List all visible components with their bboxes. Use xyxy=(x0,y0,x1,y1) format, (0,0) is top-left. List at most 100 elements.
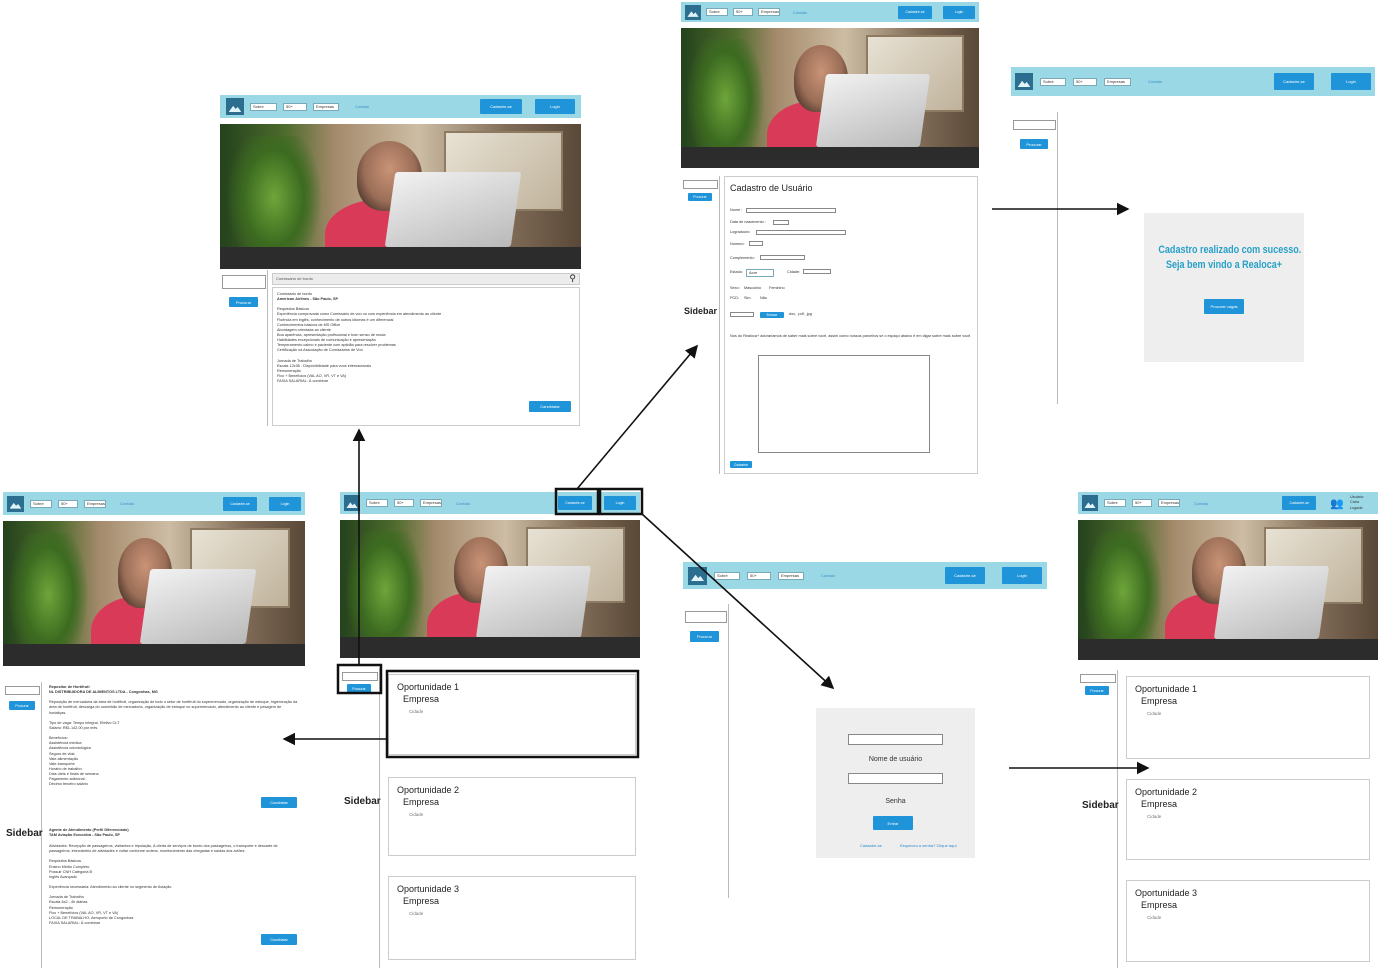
input-nascimento[interactable] xyxy=(773,220,789,225)
radio-sim[interactable]: Sim xyxy=(744,296,751,300)
opportunity-card-3[interactable]: Oportunidade 3 Empresa Cidade xyxy=(388,876,636,960)
input-logradouro[interactable] xyxy=(756,230,846,235)
signup-button[interactable]: Cadastre-se xyxy=(558,496,592,510)
opportunity-card-1[interactable]: Oportunidade 1 Empresa Cidade xyxy=(388,674,636,755)
search-jobs-button[interactable]: Procurar vagas xyxy=(1204,299,1244,314)
sidebar-input[interactable] xyxy=(1080,674,1116,683)
logo-icon[interactable] xyxy=(7,495,24,512)
search-button[interactable]: Procurar xyxy=(9,701,35,710)
input-numero[interactable] xyxy=(749,241,763,246)
dropdown-empresas[interactable]: Empresas xyxy=(778,571,804,580)
dropdown-empresas[interactable]: Empresas xyxy=(758,8,780,16)
search-button[interactable]: Procurar xyxy=(1085,686,1109,695)
apply-button-2[interactable]: Candidatar xyxy=(261,934,297,945)
nav-link[interactable]: Contato xyxy=(355,104,369,109)
nav-link[interactable]: Contato xyxy=(1148,79,1162,84)
apply-button[interactable]: Candidatar xyxy=(529,401,571,412)
login-button[interactable]: Login xyxy=(269,496,301,511)
success-panel: Cadastro realizado com sucesso. Seja bem… xyxy=(1144,213,1304,362)
login-button[interactable]: Login xyxy=(604,496,636,510)
enter-button[interactable]: Entrar xyxy=(873,816,913,830)
search-button[interactable]: Procurar xyxy=(229,297,258,307)
navbar: Sobre 50+ Empresas Contato Cadastre-se L… xyxy=(3,492,305,515)
job-list-panel: Repositor de Hortifruti NL DISTRIBUIDORA… xyxy=(44,682,304,968)
logo-icon[interactable] xyxy=(226,98,244,115)
signup-button[interactable]: Cadastre-se xyxy=(480,99,522,114)
signup-button[interactable]: Cadastre-se xyxy=(898,5,932,19)
signup-button[interactable]: Cadastre-se xyxy=(945,567,985,584)
register-button[interactable]: Cadastrar xyxy=(730,461,752,468)
login-button[interactable]: Login xyxy=(1002,567,1042,584)
signup-button[interactable]: Cadastre-se xyxy=(1282,496,1317,510)
logo-icon[interactable] xyxy=(688,566,707,585)
logo-icon[interactable] xyxy=(1082,495,1098,511)
dropdown-sobre[interactable]: Sobre xyxy=(30,499,52,508)
about-textarea[interactable] xyxy=(758,355,930,453)
dropdown-sobre[interactable]: Sobre xyxy=(1040,77,1066,86)
nav-link[interactable]: Contato xyxy=(793,10,807,15)
job-search-bar[interactable]: Comissário de bordo ⚲ xyxy=(272,273,580,285)
dropdown-empresas[interactable]: Empresas xyxy=(420,499,442,507)
dropdown-age[interactable]: 50+ xyxy=(1073,77,1097,86)
dropdown-sobre[interactable]: Sobre xyxy=(250,102,277,111)
login-button[interactable]: Login xyxy=(1331,73,1371,90)
opportunity-card-3[interactable]: Oportunidade 3 Empresa Cidade xyxy=(1126,880,1370,962)
opportunity-card-2[interactable]: Oportunidade 2 Empresa Cidade xyxy=(1126,779,1370,860)
dropdown-age[interactable]: 50+ xyxy=(58,499,78,508)
nav-link[interactable]: Contato xyxy=(456,501,470,506)
select-cidade[interactable] xyxy=(803,269,831,274)
dropdown-age[interactable]: 50+ xyxy=(733,8,753,16)
dropdown-age[interactable]: 50+ xyxy=(747,571,771,580)
dropdown-sobre[interactable]: Sobre xyxy=(366,499,388,507)
sidebar-input[interactable] xyxy=(683,180,718,189)
dropdown-empresas[interactable]: Empresas xyxy=(1104,77,1131,86)
logo-icon[interactable] xyxy=(1015,73,1033,90)
search-button[interactable]: Procurar xyxy=(347,684,371,693)
dropdown-empresas[interactable]: Empresas xyxy=(84,499,106,508)
success-line-1: Cadastro realizado com sucesso. xyxy=(1158,244,1302,256)
dropdown-sobre[interactable]: Sobre xyxy=(706,8,728,16)
radio-masculino[interactable]: Masculino xyxy=(744,286,761,290)
logo-icon[interactable] xyxy=(685,4,701,20)
logo-icon[interactable] xyxy=(344,495,360,511)
sidebar-input[interactable] xyxy=(685,611,727,623)
search-button[interactable]: Procurar xyxy=(1020,139,1048,149)
search-button[interactable]: Procurar xyxy=(690,631,719,642)
dropdown-empresas[interactable]: Empresas xyxy=(313,102,339,111)
search-button[interactable]: Procurar xyxy=(688,193,712,201)
signup-button[interactable]: Cadastre-se xyxy=(223,496,257,511)
signup-link[interactable]: Cadastre-se xyxy=(860,843,882,848)
dropdown-sobre[interactable]: Sobre xyxy=(1104,499,1126,507)
radio-feminino[interactable]: Feminino xyxy=(769,286,785,290)
dropdown-age[interactable]: 50+ xyxy=(283,102,307,111)
sidebar-input[interactable] xyxy=(342,672,378,681)
apply-button-1[interactable]: Candidatar xyxy=(261,797,297,808)
nav-link[interactable]: Contato xyxy=(120,501,134,506)
dropdown-age[interactable]: 50+ xyxy=(394,499,414,507)
browse-button[interactable]: Browse xyxy=(760,312,784,318)
file-input[interactable] xyxy=(730,312,754,317)
select-estado[interactable]: Acre xyxy=(746,269,774,277)
dropdown-age[interactable]: 50+ xyxy=(1132,499,1152,507)
user-icon[interactable]: 👥 xyxy=(1330,497,1344,510)
password-input[interactable] xyxy=(848,773,943,784)
opportunity-card-2[interactable]: Oportunidade 2 Empresa Cidade xyxy=(388,777,636,856)
dropdown-empresas[interactable]: Empresas xyxy=(1158,499,1180,507)
job1-company: NL DISTRIBUIDORA DE ALIMENTOS LTDA - Con… xyxy=(49,690,158,695)
input-nome[interactable] xyxy=(746,208,836,213)
sidebar-input[interactable] xyxy=(5,686,40,695)
nav-link[interactable]: Contato xyxy=(1194,501,1208,506)
input-complemento[interactable] xyxy=(760,255,805,260)
signup-button[interactable]: Cadastre-se xyxy=(1274,73,1314,90)
sidebar-input[interactable] xyxy=(1013,120,1056,130)
search-icon[interactable]: ⚲ xyxy=(569,274,576,283)
radio-nao[interactable]: Não xyxy=(760,296,767,300)
dropdown-sobre[interactable]: Sobre xyxy=(714,571,740,580)
nav-link[interactable]: Contato xyxy=(821,573,835,578)
sidebar-input[interactable] xyxy=(222,275,266,289)
login-button[interactable]: Login xyxy=(943,5,975,19)
username-input[interactable] xyxy=(848,734,943,745)
login-button[interactable]: Login xyxy=(535,99,575,114)
opportunity-card-1[interactable]: Oportunidade 1 Empresa Cidade xyxy=(1126,676,1370,759)
forgot-password-link[interactable]: Esqueceu a senha? Clique aqui xyxy=(900,843,957,848)
